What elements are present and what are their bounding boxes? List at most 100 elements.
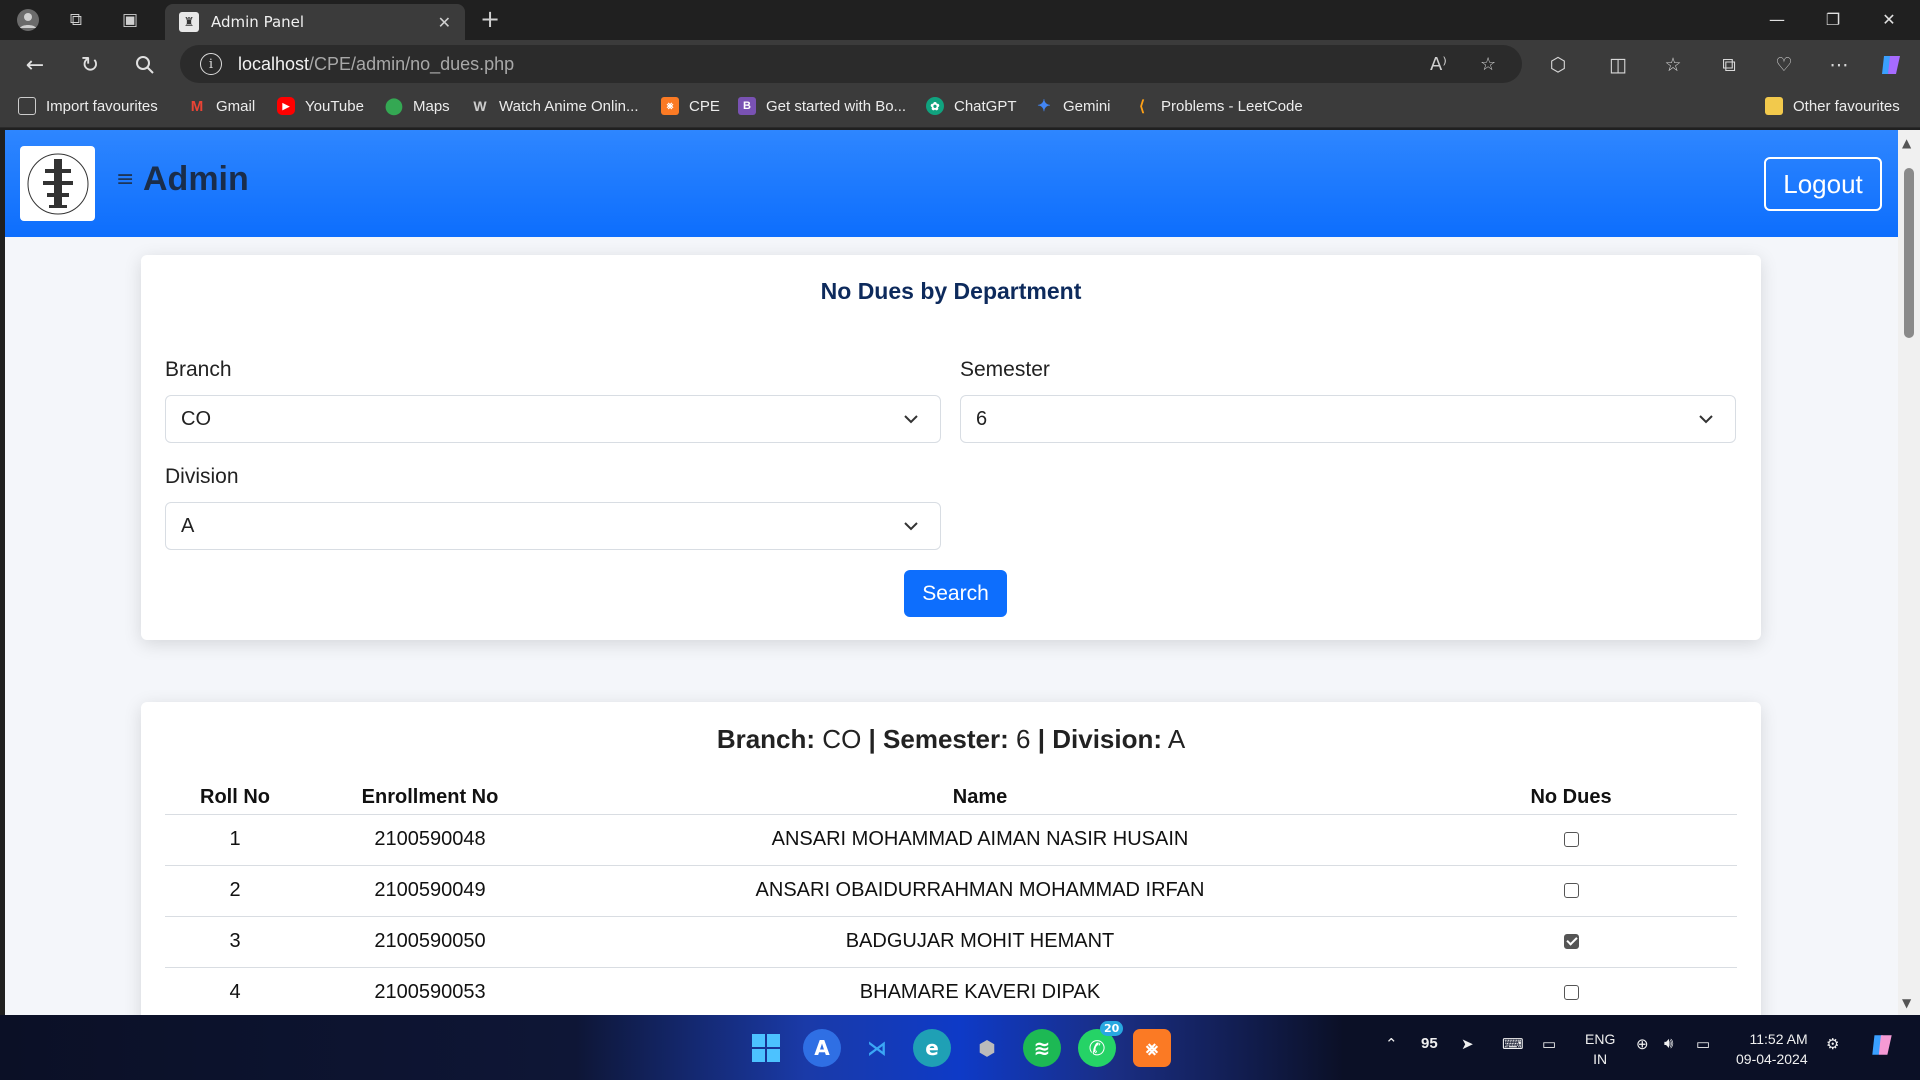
address-toolbar: ← ↻ i localhost/CPE/admin/no_dues.php A⁾… bbox=[0, 40, 1920, 88]
close-tab-icon[interactable]: ✕ bbox=[438, 13, 451, 32]
search-icon[interactable] bbox=[130, 50, 160, 80]
favourites-icon[interactable]: ☆ bbox=[1658, 50, 1688, 80]
language-indicator[interactable]: ENG IN bbox=[1585, 1029, 1615, 1069]
bookmark-leetcode[interactable]: ⟨ Problems - LeetCode bbox=[1133, 97, 1303, 116]
spotify-icon[interactable]: ≋ bbox=[1023, 1029, 1061, 1067]
minimize-icon[interactable]: — bbox=[1752, 4, 1802, 34]
leetcode-icon: ⟨ bbox=[1139, 98, 1145, 115]
bookmark-chatgpt[interactable]: ✿ ChatGPT bbox=[926, 97, 1017, 115]
semester-select[interactable]: 6 bbox=[960, 395, 1736, 443]
bookmark-label: ChatGPT bbox=[954, 97, 1017, 115]
division-select[interactable]: A bbox=[165, 502, 941, 550]
whatsapp-icon[interactable]: ✆ 20 bbox=[1078, 1021, 1124, 1067]
branch-label: Branch bbox=[165, 358, 232, 381]
scroll-up-icon[interactable]: ▲ bbox=[1902, 136, 1911, 150]
bookmark-label: YouTube bbox=[305, 97, 364, 115]
no-dues-checkbox[interactable] bbox=[1563, 934, 1579, 950]
vscode-icon[interactable]: ⋊ bbox=[858, 1029, 896, 1067]
restore-icon[interactable]: ❐ bbox=[1808, 4, 1858, 34]
bookmark-bootstrap[interactable]: B Get started with Bo... bbox=[738, 97, 906, 115]
chevron-down-icon bbox=[1699, 415, 1713, 424]
favourite-star-icon[interactable]: ☆ bbox=[1480, 54, 1496, 75]
close-window-icon[interactable]: ✕ bbox=[1864, 4, 1914, 34]
url-bar[interactable]: i localhost/CPE/admin/no_dues.php A⁾ ☆ bbox=[180, 45, 1522, 83]
browser-essentials-icon[interactable]: ♡ bbox=[1769, 50, 1799, 80]
more-menu-icon[interactable]: ⋯ bbox=[1824, 50, 1854, 80]
bookmark-maps[interactable]: ⬤ Maps bbox=[385, 97, 450, 116]
copilot-icon[interactable] bbox=[1876, 50, 1906, 80]
whatsapp-badge: 20 bbox=[1100, 1021, 1124, 1036]
tab-admin-panel[interactable]: ♜ Admin Panel ✕ bbox=[165, 4, 465, 40]
site-info-icon[interactable]: i bbox=[200, 53, 222, 75]
bookmark-youtube[interactable]: ▶ YouTube bbox=[277, 97, 364, 115]
keyboard-icon[interactable]: ⌨ bbox=[1502, 1035, 1524, 1053]
col-enrollment-no: Enrollment No bbox=[305, 782, 555, 815]
clock[interactable]: 11:52 AM 09-04-2024 bbox=[1736, 1029, 1808, 1069]
cell-no-dues bbox=[1405, 916, 1737, 968]
extensions-icon[interactable]: ⬡ bbox=[1543, 50, 1573, 80]
chevron-down-icon bbox=[904, 415, 918, 424]
bookmark-label: CPE bbox=[689, 97, 720, 115]
page-scrollbar[interactable]: ▲ ▼ bbox=[1898, 130, 1920, 1015]
show-hidden-icons-icon[interactable]: ⌃ bbox=[1385, 1035, 1398, 1053]
settings-gear-icon[interactable]: ⚙ bbox=[1826, 1035, 1839, 1053]
summary-separator: | bbox=[1037, 724, 1045, 754]
cell-no-dues bbox=[1405, 865, 1737, 917]
new-tab-icon[interactable]: + bbox=[480, 5, 500, 33]
split-screen-icon[interactable]: ◫ bbox=[1603, 50, 1633, 80]
hamburger-menu-icon[interactable]: ≡ bbox=[116, 167, 134, 192]
refresh-icon[interactable]: ↻ bbox=[75, 50, 105, 80]
copilot-taskbar-icon[interactable] bbox=[1868, 1031, 1896, 1063]
import-icon bbox=[18, 97, 36, 115]
scrollbar-thumb[interactable] bbox=[1904, 168, 1914, 338]
tab-actions-icon[interactable]: ▣ bbox=[116, 6, 144, 34]
windows-start-icon[interactable] bbox=[747, 1029, 785, 1067]
cell-no-dues bbox=[1405, 967, 1737, 1015]
bookmark-other-favourites[interactable]: Other favourites bbox=[1765, 97, 1900, 115]
logout-button[interactable]: Logout bbox=[1764, 157, 1882, 211]
search-button[interactable]: Search bbox=[904, 570, 1007, 617]
branch-select[interactable]: CO bbox=[165, 395, 941, 443]
summary-division-value: A bbox=[1167, 724, 1186, 754]
scroll-down-icon[interactable]: ▼ bbox=[1902, 996, 1911, 1010]
col-name: Name bbox=[555, 782, 1405, 815]
network-icon[interactable]: ⊕ bbox=[1636, 1035, 1649, 1053]
anime-icon: W bbox=[473, 98, 487, 114]
bookmark-cpe[interactable]: ⨳ CPE bbox=[661, 97, 720, 115]
bookmark-gmail[interactable]: M Gmail bbox=[188, 97, 255, 115]
profile-avatar-icon[interactable] bbox=[14, 6, 42, 34]
bookmark-label: Problems - LeetCode bbox=[1161, 97, 1303, 115]
tray-number[interactable]: 95 bbox=[1421, 1035, 1438, 1052]
back-icon[interactable]: ← bbox=[20, 50, 50, 80]
table-row: 3 2100590050 BADGUJAR MOHIT HEMANT bbox=[165, 916, 1737, 968]
read-aloud-icon[interactable]: A⁾ bbox=[1430, 54, 1447, 75]
location-icon[interactable]: ➤ bbox=[1461, 1035, 1474, 1053]
edge-icon[interactable]: e bbox=[913, 1029, 951, 1067]
bookmark-label: Gmail bbox=[216, 97, 256, 115]
volume-icon[interactable]: 🔊︎ bbox=[1664, 1035, 1673, 1052]
cell-enrollment: 2100590049 bbox=[305, 865, 555, 917]
table-row: 2 2100590049 ANSARI OBAIDURRAHMAN MOHAMM… bbox=[165, 865, 1737, 917]
bookmark-import-favourites[interactable]: Import favourites bbox=[18, 97, 158, 115]
workspaces-icon[interactable]: ⧉ bbox=[62, 6, 90, 34]
xampp-taskbar-icon[interactable]: ⨳ bbox=[1133, 1029, 1171, 1067]
lang-top: ENG bbox=[1585, 1031, 1616, 1047]
cell-name: BHAMARE KAVERI DIPAK bbox=[555, 967, 1405, 1015]
chatgpt-icon: ✿ bbox=[926, 97, 944, 115]
no-dues-checkbox[interactable] bbox=[1563, 883, 1579, 899]
collections-icon[interactable]: ⧉ bbox=[1714, 50, 1744, 80]
unity-icon[interactable]: ⬢ bbox=[968, 1029, 1006, 1067]
no-dues-checkbox[interactable] bbox=[1563, 832, 1579, 848]
col-no-dues: No Dues bbox=[1405, 782, 1737, 815]
tablet-icon[interactable]: ▭ bbox=[1542, 1035, 1556, 1053]
bookmark-anime[interactable]: W Watch Anime Onlin... bbox=[471, 97, 638, 115]
bookmark-gemini[interactable]: ✦ Gemini bbox=[1035, 97, 1110, 116]
college-emblem-icon bbox=[27, 153, 88, 214]
page-title: Admin bbox=[143, 160, 249, 198]
battery-icon[interactable]: ▭ bbox=[1696, 1035, 1710, 1053]
clock-date: 09-04-2024 bbox=[1736, 1051, 1808, 1067]
cell-no-dues bbox=[1405, 814, 1737, 866]
no-dues-checkbox[interactable] bbox=[1563, 985, 1579, 1001]
bookmark-label: Get started with Bo... bbox=[766, 97, 907, 115]
app-store-icon[interactable]: A bbox=[803, 1029, 841, 1067]
